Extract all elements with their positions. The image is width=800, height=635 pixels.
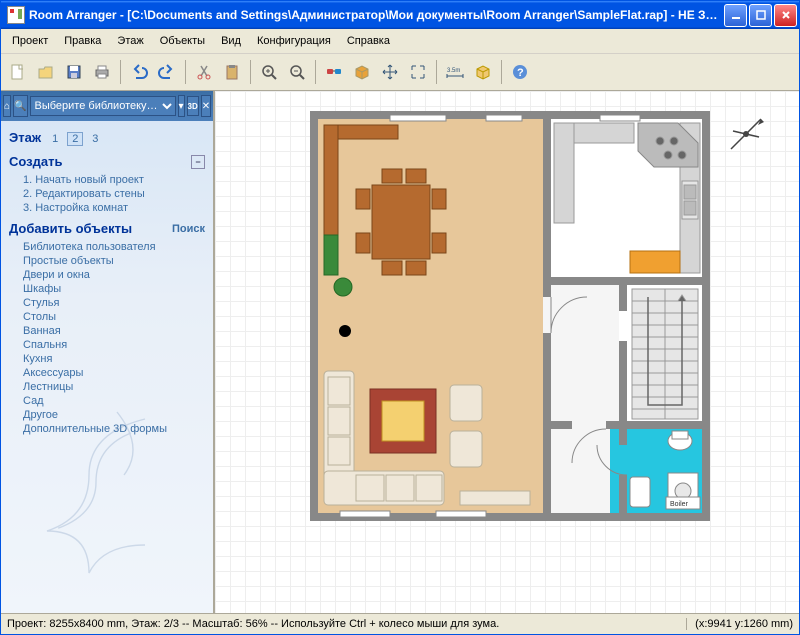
separator <box>120 60 121 84</box>
home-icon[interactable]: ⌂ <box>3 95 11 117</box>
undo-icon[interactable] <box>126 59 152 85</box>
cat-bathroom[interactable]: Ванная <box>9 324 205 338</box>
separator <box>436 60 437 84</box>
3d-badge[interactable]: 3D <box>187 96 199 116</box>
menu-help[interactable]: Справка <box>340 33 397 49</box>
console-table <box>460 491 530 505</box>
cat-garden[interactable]: Сад <box>9 394 205 408</box>
svg-text:Boiler: Boiler <box>670 501 689 508</box>
new-icon[interactable] <box>5 59 31 85</box>
compass-icon <box>723 111 769 157</box>
cat-doors-windows[interactable]: Двери и окна <box>9 268 205 282</box>
close-panel-icon[interactable]: ✕ <box>201 95 211 117</box>
measure-icon[interactable]: 3.5m <box>442 59 468 85</box>
floor-selector: Этаж 1 2 3 <box>9 130 205 146</box>
menu-project[interactable]: Проект <box>5 33 55 49</box>
app-icon <box>7 6 25 24</box>
separator <box>501 60 502 84</box>
cat-other[interactable]: Другое <box>9 408 205 422</box>
3d-glasses-icon[interactable] <box>321 59 347 85</box>
step-room-setup[interactable]: 3. Настройка комнат <box>9 201 205 215</box>
cat-user-library[interactable]: Библиотека пользователя <box>9 240 205 254</box>
status-coords: (x:9941 y:1260 mm) <box>686 618 793 630</box>
create-steps: 1. Начать новый проект 2. Редактировать … <box>9 173 205 215</box>
menu-config[interactable]: Конфигурация <box>250 33 338 49</box>
cat-stairs[interactable]: Лестницы <box>9 380 205 394</box>
move-icon[interactable] <box>377 59 403 85</box>
stairs <box>632 289 698 419</box>
search-link[interactable]: Поиск <box>172 223 205 235</box>
maximize-button[interactable] <box>749 4 772 27</box>
cat-chairs[interactable]: Стулья <box>9 296 205 310</box>
paste-icon[interactable] <box>219 59 245 85</box>
fireplace <box>370 389 436 453</box>
help-icon[interactable]: ? <box>507 59 533 85</box>
svg-text:3.5m: 3.5m <box>447 68 460 74</box>
box-icon[interactable] <box>349 59 375 85</box>
floorplan[interactable]: Boiler <box>310 111 710 521</box>
cut-icon[interactable] <box>191 59 217 85</box>
zoom-out-icon[interactable] <box>284 59 310 85</box>
menu-edit[interactable]: Правка <box>57 33 108 49</box>
separator <box>250 60 251 84</box>
canvas[interactable]: Boiler <box>214 91 799 613</box>
status-left: Проект: 8255x8400 mm, Этаж: 2/3 -- Масшт… <box>7 618 686 630</box>
cat-3d-shapes[interactable]: Дополнительные 3D формы <box>9 422 205 436</box>
toolbar: 3.5m ? <box>1 54 799 91</box>
cat-cabinets[interactable]: Шкафы <box>9 282 205 296</box>
floor-label: Этаж <box>9 130 41 145</box>
open-icon[interactable] <box>33 59 59 85</box>
armchair <box>450 431 482 467</box>
titlebar: Room Arranger - [C:\Documents and Settin… <box>1 1 799 29</box>
add-objects-header: Добавить объекты Поиск <box>9 221 205 236</box>
close-button[interactable] <box>774 4 797 27</box>
window-title: Room Arranger - [C:\Documents and Settin… <box>29 8 722 22</box>
collapse-icon[interactable]: − <box>191 155 205 169</box>
cat-simple[interactable]: Простые объекты <box>9 254 205 268</box>
step-new-project[interactable]: 1. Начать новый проект <box>9 173 205 187</box>
cat-accessories[interactable]: Аксессуары <box>9 366 205 380</box>
create-header: Создать − <box>9 154 205 169</box>
separator <box>315 60 316 84</box>
floor-2[interactable]: 2 <box>67 132 83 146</box>
redo-icon[interactable] <box>154 59 180 85</box>
print-icon[interactable] <box>89 59 115 85</box>
zoom-in-icon[interactable] <box>256 59 282 85</box>
dropdown-icon[interactable]: ▾ <box>178 95 185 117</box>
cat-bedroom[interactable]: Спальня <box>9 338 205 352</box>
save-icon[interactable] <box>61 59 87 85</box>
menu-view[interactable]: Вид <box>214 33 248 49</box>
minimize-button[interactable] <box>724 4 747 27</box>
object-categories: Библиотека пользователя Простые объекты … <box>9 240 205 436</box>
menu-objects[interactable]: Объекты <box>153 33 212 49</box>
step-edit-walls[interactable]: 2. Редактировать стены <box>9 187 205 201</box>
armchair <box>450 385 482 421</box>
library-search-row: ⌂ 🔍 Выберите библиотеку… ▾ 3D ✕ <box>1 91 213 121</box>
cat-kitchen[interactable]: Кухня <box>9 352 205 366</box>
statusbar: Проект: 8255x8400 mm, Этаж: 2/3 -- Масшт… <box>1 613 799 634</box>
menu-floor[interactable]: Этаж <box>110 33 150 49</box>
furniture-icon[interactable] <box>470 59 496 85</box>
cat-tables[interactable]: Столы <box>9 310 205 324</box>
separator <box>185 60 186 84</box>
app-window: Room Arranger - [C:\Documents and Settin… <box>0 0 800 635</box>
svg-text:?: ? <box>517 67 524 79</box>
search-icon[interactable]: 🔍 <box>13 95 27 117</box>
floor-1[interactable]: 1 <box>48 133 62 145</box>
sidebar: ⌂ 🔍 Выберите библиотеку… ▾ 3D ✕ Этаж 1 2… <box>1 91 214 613</box>
expand-icon[interactable] <box>405 59 431 85</box>
library-select[interactable]: Выберите библиотеку… <box>30 96 176 116</box>
floor-3[interactable]: 3 <box>88 133 102 145</box>
menubar: Проект Правка Этаж Объекты Вид Конфигура… <box>1 29 799 54</box>
